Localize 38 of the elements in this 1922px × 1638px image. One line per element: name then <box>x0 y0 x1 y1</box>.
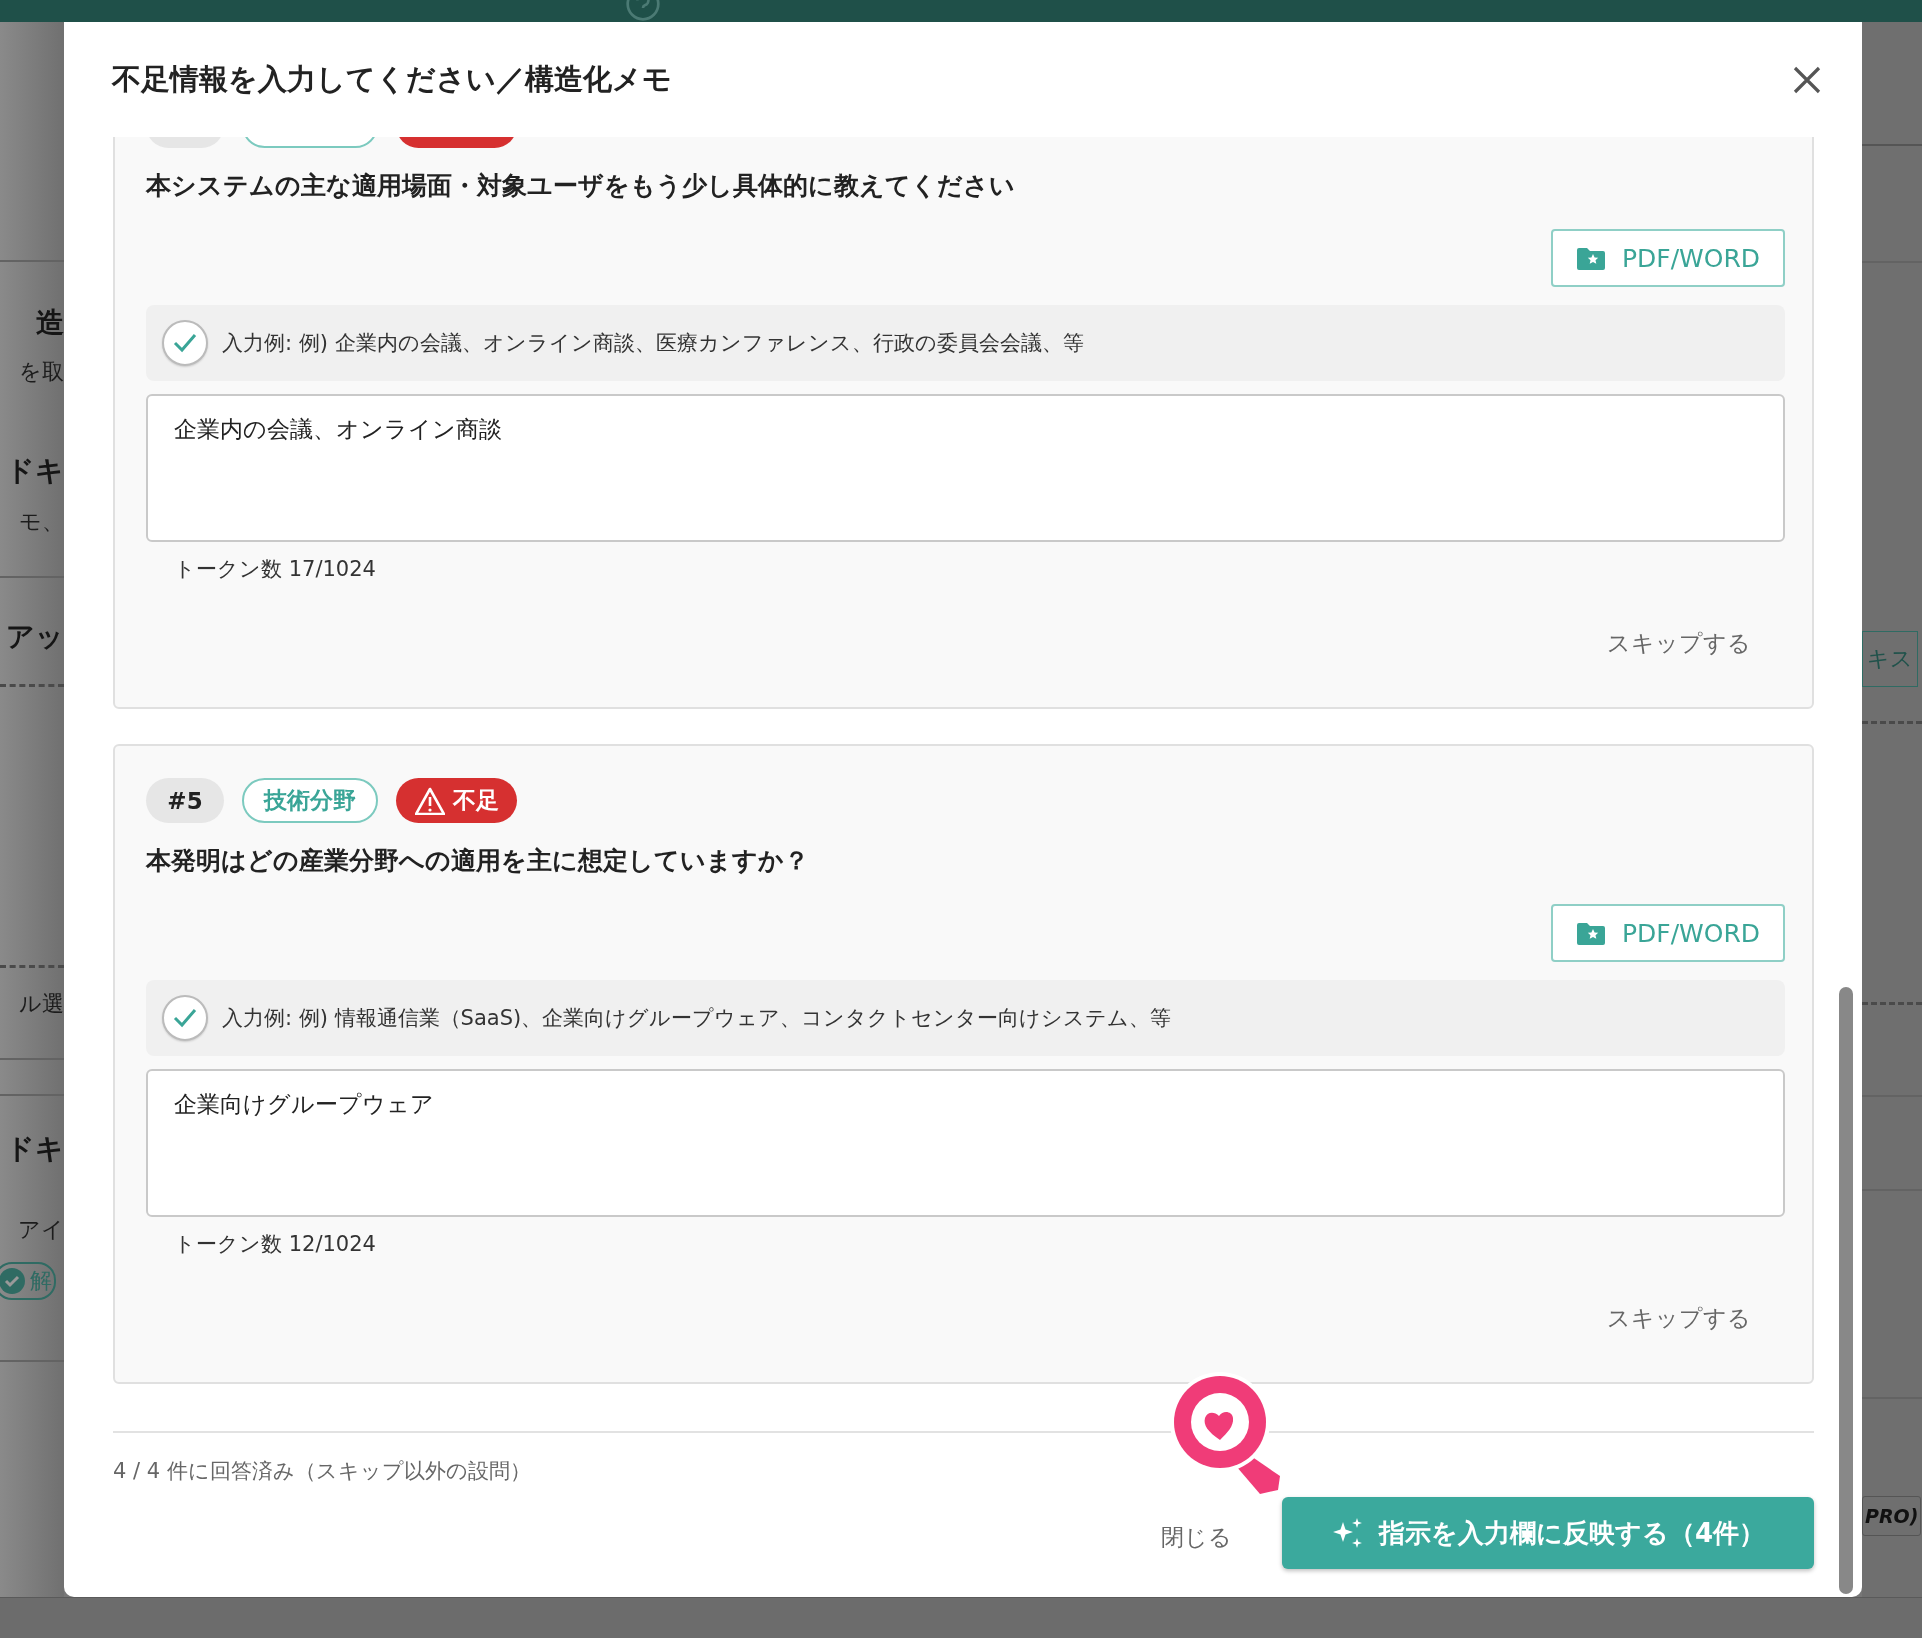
background-heading: ドキ <box>6 1132 64 1166</box>
warning-icon <box>414 786 445 815</box>
skip-button[interactable]: スキップする <box>1607 1303 1751 1334</box>
pdf-word-button[interactable]: PDF/WORD <box>1551 904 1785 962</box>
check-icon <box>172 331 198 355</box>
background-heading: アッ <box>6 620 64 654</box>
number-badge: #5 <box>146 778 224 823</box>
shortage-badge: 不足 <box>396 778 517 823</box>
background-heading: ドキ <box>6 454 64 488</box>
background-text: モ、 <box>19 508 64 536</box>
progress-text: 4 / 4 件に回答済み（スキップ以外の設問） <box>113 1458 532 1485</box>
background-text: を取 <box>19 358 64 386</box>
dialog-title: 不足情報を入力してください／構造化メモ <box>112 60 672 98</box>
checkbox[interactable] <box>162 995 208 1041</box>
question-text: 本発明はどの産業分野への適用を主に想定していますか？ <box>146 845 810 877</box>
folder-star-icon <box>1575 245 1606 271</box>
hint-text: 入力例: 例) 情報通信業（SaaS)、企業向けグループウェア、コンタクトセンター向けシステム、等 <box>222 1005 1172 1032</box>
answer-field[interactable]: 企業内の会議、オンライン商談 <box>146 394 1785 542</box>
folder-star-icon <box>1575 920 1606 946</box>
hint-text: 入力例: 例) 企業内の会議、オンライン商談、医療カンファレンス、行政の委員会会議、等 <box>222 330 1084 357</box>
answer-field[interactable]: 企業向けグループウェア <box>146 1069 1785 1217</box>
background-text: アイ <box>18 1216 64 1244</box>
check-icon <box>172 1006 198 1030</box>
apply-button[interactable]: 指示を入力欄に反映する（4件） <box>1282 1497 1814 1569</box>
category-tag: 技術分野 <box>242 778 378 823</box>
question-text: 本システムの主な適用場面・対象ユーザをもう少し具体的に教えてください <box>146 170 1016 202</box>
background-text: ル選 <box>19 990 64 1018</box>
background-heading: 造 <box>36 306 64 340</box>
token-count: トークン数 17/1024 <box>173 556 377 583</box>
pdf-word-button[interactable]: PDF/WORD <box>1551 229 1785 287</box>
close-button[interactable]: 閉じる <box>1155 1520 1238 1554</box>
skip-button[interactable]: スキップする <box>1607 628 1751 659</box>
background-badge-text: 解 <box>30 1267 52 1295</box>
token-count: トークン数 12/1024 <box>173 1231 377 1258</box>
close-icon[interactable] <box>1792 64 1822 95</box>
check-icon <box>0 1267 26 1295</box>
checkbox[interactable] <box>162 320 208 366</box>
scrollbar-thumb[interactable] <box>1839 987 1853 1594</box>
